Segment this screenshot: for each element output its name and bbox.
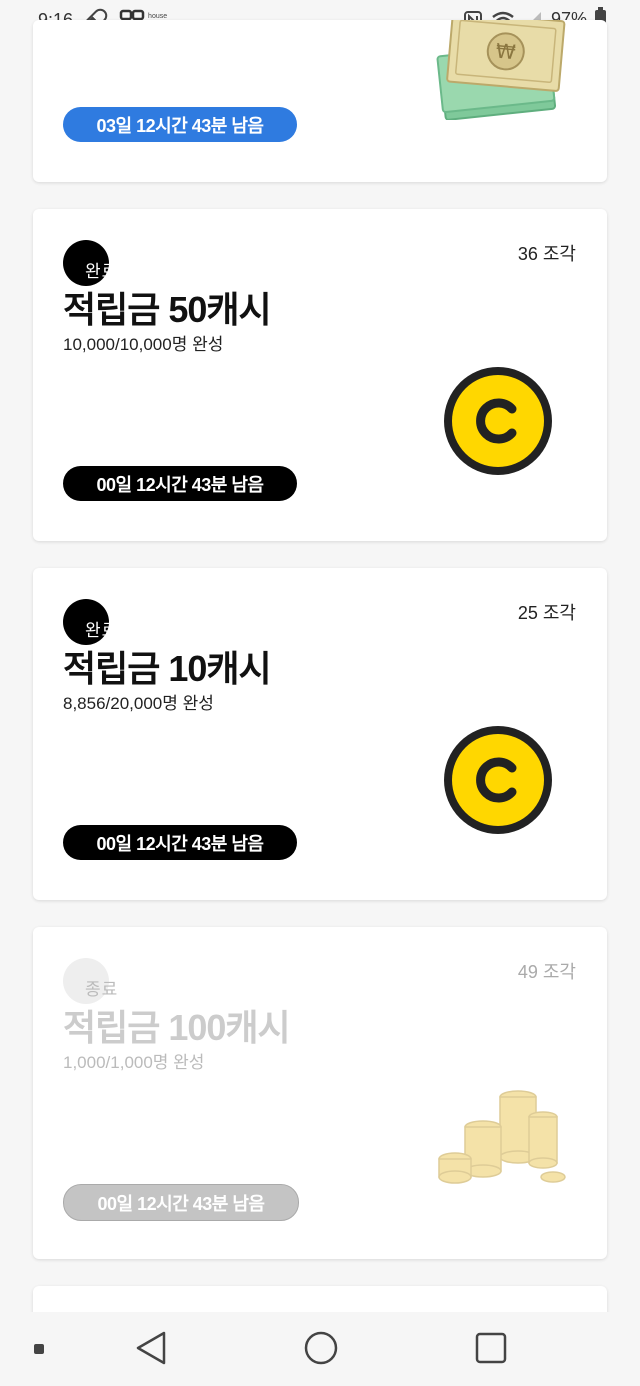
status-badge-label: 완료 xyxy=(85,262,119,281)
completion-progress: 8,856/20,000명 완성 xyxy=(63,694,214,713)
pieces-count: 49 조각 xyxy=(517,962,576,982)
card-title: 적립금 10캐시 xyxy=(63,648,272,689)
reward-card[interactable]: 완료 36 조각 적립금 50캐시 10,000/10,000명 완성 00일 … xyxy=(33,209,607,541)
svg-text:₩: ₩ xyxy=(495,39,517,65)
menu-dot-icon[interactable] xyxy=(34,1344,44,1354)
status-badge-label: 완료 xyxy=(85,621,119,640)
completion-progress: 10,000/10,000명 완성 xyxy=(63,335,224,354)
time-remaining-badge: 00일 12시간 43분 남음 xyxy=(63,1184,299,1221)
time-remaining-badge: 03일 12시간 43분 남음 xyxy=(63,107,297,142)
reward-card-ended[interactable]: 종료 49 조각 적립금 100캐시 1,000/1,000명 완성 00일 1… xyxy=(33,927,607,1259)
card-title: 적립금 100캐시 xyxy=(63,1007,291,1048)
navigation-bar xyxy=(0,1312,640,1386)
status-badge-label: 종료 xyxy=(85,980,119,999)
cash-coin-icon xyxy=(444,367,552,475)
cash-coin-icon xyxy=(444,726,552,834)
reward-card[interactable]: 완료 25 조각 적립금 10캐시 8,856/20,000명 완성 00일 1… xyxy=(33,568,607,900)
home-button[interactable] xyxy=(303,1330,339,1366)
gold-coins-icon xyxy=(438,1090,566,1184)
completion-progress: 1,000/1,000명 완성 xyxy=(63,1053,205,1072)
time-remaining-badge: 00일 12시간 43분 남음 xyxy=(63,825,297,860)
recent-apps-button[interactable] xyxy=(474,1330,508,1366)
app-logo-name: house xyxy=(148,13,168,20)
pieces-count: 36 조각 xyxy=(517,244,576,264)
back-button[interactable] xyxy=(134,1330,168,1366)
reward-card[interactable]: ₩ 03일 12시간 43분 남음 xyxy=(33,20,607,182)
pieces-count: 25 조각 xyxy=(517,603,576,623)
card-title: 적립금 50캐시 xyxy=(63,289,272,330)
time-remaining-badge: 00일 12시간 43분 남음 xyxy=(63,466,297,501)
banknotes-icon: ₩ xyxy=(436,20,566,120)
